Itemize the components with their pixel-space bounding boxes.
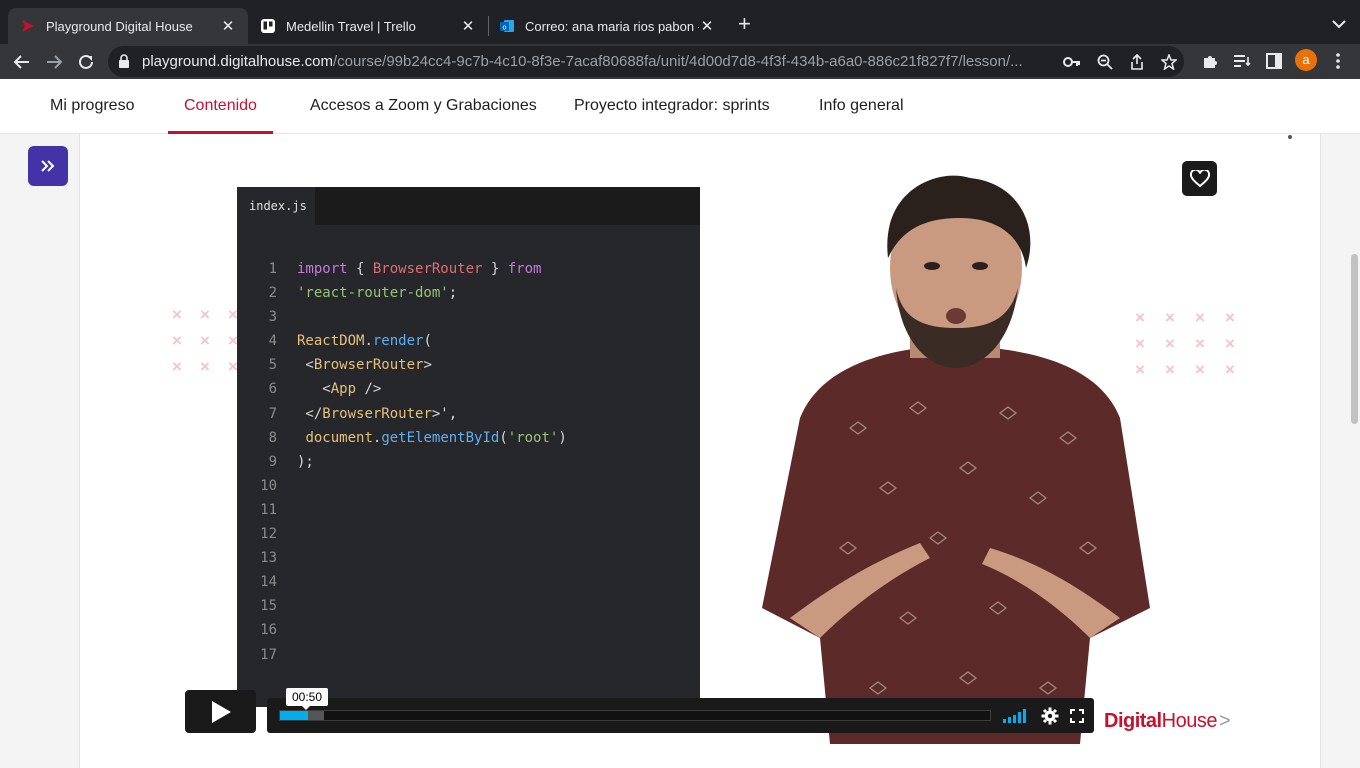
address-bar[interactable]: playground.digitalhouse.com/course/99b24… xyxy=(108,46,1184,77)
editor-tab-bar: index.js xyxy=(237,187,700,225)
trello-favicon-icon xyxy=(260,18,276,34)
video-control-bar xyxy=(267,698,1094,733)
url-host: playground.digitalhouse.com xyxy=(142,53,333,70)
chrome-menu-icon[interactable] xyxy=(1328,51,1348,71)
heart-icon xyxy=(1189,169,1210,187)
side-panel-icon[interactable] xyxy=(1264,51,1284,71)
share-icon[interactable] xyxy=(1128,53,1146,71)
expand-sidebar-button[interactable] xyxy=(28,146,68,186)
favorite-button[interactable] xyxy=(1182,161,1217,196)
current-time-tooltip: 00:50 xyxy=(286,688,328,710)
close-tab-icon[interactable]: ✕ xyxy=(699,17,715,35)
decorative-x-pattern-right: × × × × × × × × × × × × xyxy=(1135,308,1235,379)
reload-icon[interactable] xyxy=(74,50,98,74)
fullscreen-icon[interactable] xyxy=(1067,706,1087,726)
tab-info-general[interactable]: Info general xyxy=(803,79,920,134)
url-text: playground.digitalhouse.com/course/99b24… xyxy=(142,53,1062,70)
digitalhouse-logo: DigitalHouse > xyxy=(1104,710,1231,732)
browser-tab-trello[interactable]: Medellin Travel | Trello ✕ xyxy=(248,8,488,44)
zoom-icon[interactable] xyxy=(1096,53,1114,71)
double-chevron-right-icon xyxy=(41,160,55,172)
tab-accesos-zoom[interactable]: Accesos a Zoom y Grabaciones xyxy=(294,79,553,134)
back-arrow-icon[interactable] xyxy=(10,50,34,74)
browser-tab-outlook[interactable]: o Correo: ana maria rios pabon - ✕ xyxy=(487,8,727,44)
profile-avatar[interactable]: a xyxy=(1295,49,1317,71)
play-button[interactable] xyxy=(185,690,256,733)
tab-mi-progreso[interactable]: Mi progreso xyxy=(34,79,150,134)
digitalhouse-favicon-icon xyxy=(20,18,36,34)
key-icon[interactable] xyxy=(1063,53,1081,71)
browser-tab-strip: Playground Digital House ✕ Medellin Trav… xyxy=(0,0,1360,44)
new-tab-button[interactable]: + xyxy=(738,13,751,35)
code-editor-frame: index.js 1 import { BrowserRouter } from … xyxy=(237,187,700,707)
tab-title: Medellin Travel | Trello xyxy=(286,18,416,34)
tab-title: Playground Digital House xyxy=(46,18,193,34)
page-scrollbar[interactable] xyxy=(1349,134,1360,768)
editor-file-tab: index.js xyxy=(237,187,315,225)
browser-tab-playground[interactable]: Playground Digital House ✕ xyxy=(8,8,248,44)
tab-search-chevron-icon[interactable] xyxy=(1332,16,1346,34)
browser-toolbar: playground.digitalhouse.com/course/99b24… xyxy=(0,44,1360,79)
play-icon xyxy=(211,700,231,723)
menu-dot xyxy=(1288,135,1292,139)
volume-bars-icon[interactable] xyxy=(1003,706,1029,726)
reading-list-icon[interactable] xyxy=(1232,51,1252,71)
forward-arrow-icon[interactable] xyxy=(42,50,66,74)
tab-title: Correo: ana maria rios pabon - xyxy=(525,18,699,34)
svg-text:o: o xyxy=(502,24,506,32)
url-path: /course/99b24cc4-9c7b-4c10-8f3e-7acaf806… xyxy=(332,53,1023,70)
bookmark-star-icon[interactable] xyxy=(1160,53,1178,71)
close-tab-icon[interactable]: ✕ xyxy=(460,17,476,35)
presenter-image xyxy=(762,175,1150,744)
course-navigation: Mi progreso Contenido Accesos a Zoom y G… xyxy=(0,79,1360,134)
tab-contenido[interactable]: Contenido xyxy=(168,79,273,134)
extensions-puzzle-icon[interactable] xyxy=(1200,51,1220,71)
tab-proyecto-integrador[interactable]: Proyecto integrador: sprints xyxy=(558,79,786,134)
scrollbar-thumb[interactable] xyxy=(1351,254,1358,424)
settings-gear-icon[interactable] xyxy=(1040,706,1060,726)
outlook-favicon-icon: o xyxy=(499,18,515,34)
lock-icon xyxy=(118,54,130,73)
close-tab-icon[interactable]: ✕ xyxy=(220,17,236,35)
video-progress-bar[interactable] xyxy=(279,710,991,721)
